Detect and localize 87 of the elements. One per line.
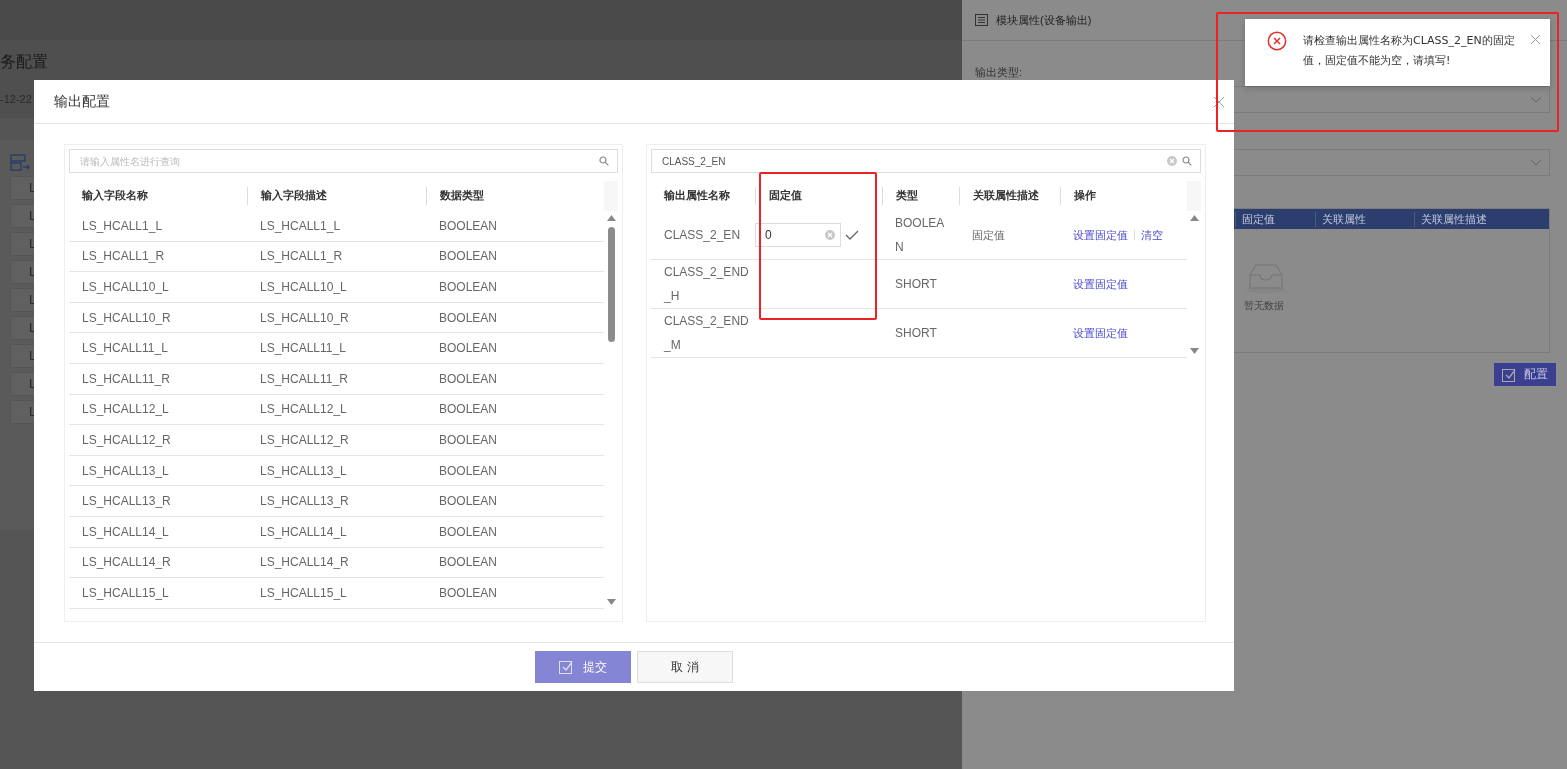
table-cell-text: LS_HCALL14_L bbox=[81, 524, 170, 539]
table-cell-text: BOOLEAN bbox=[438, 432, 499, 447]
table-cell-text: BOOLEAN bbox=[438, 280, 499, 294]
scroll-down-icon[interactable] bbox=[606, 598, 616, 605]
table-cell-text: LS_HCALL15_L bbox=[259, 585, 348, 600]
column-header: 输入字段名称 bbox=[81, 188, 149, 204]
checkbox-icon bbox=[1502, 367, 1516, 382]
column-header: 类型 bbox=[882, 187, 959, 205]
table-cell-text: LS_HCALL10_R bbox=[81, 310, 172, 325]
table-cell-text: BOOLEAN bbox=[438, 524, 499, 539]
scroll-up-icon[interactable] bbox=[1189, 215, 1199, 221]
table-cell-text: CLASS_2_END_M bbox=[663, 313, 750, 354]
table-cell-text: LS_HCALL1_R bbox=[259, 249, 344, 264]
table-cell-text: LS_HCALL10_L bbox=[259, 280, 348, 294]
column-header: 输出属性名称 bbox=[663, 188, 731, 204]
table-cell-text: BOOLEAN bbox=[438, 494, 499, 509]
table-cell-text: CLASS_2_END_H bbox=[663, 264, 750, 305]
scroll-up-icon[interactable] bbox=[606, 215, 616, 221]
checkbox-icon bbox=[559, 660, 573, 674]
column-header: 固定值 bbox=[1235, 211, 1315, 227]
table-cell-text: LS_HCALL12_R bbox=[81, 432, 172, 447]
cancel-button[interactable]: 取 消 bbox=[637, 651, 733, 683]
table-cell-text: LS_HCALL14_L bbox=[259, 524, 348, 539]
chevron-down-icon bbox=[1531, 159, 1541, 166]
table-cell-text: LS_HCALL12_L bbox=[81, 402, 170, 417]
table-cell-text: LS_HCALL14_R bbox=[81, 555, 172, 570]
table-cell-text: BOOLEAN bbox=[438, 249, 499, 264]
column-header: 固定值 bbox=[755, 187, 882, 205]
table-cell-text: LS_HCALL1_L bbox=[259, 218, 342, 233]
table-cell-text: SHORT bbox=[894, 325, 938, 342]
table-cell-text: LS_HCALL12_R bbox=[259, 432, 350, 447]
search-field[interactable]: 请输入属性名进行查询 bbox=[69, 149, 618, 173]
table-cell-text: LS_HCALL15_L bbox=[81, 585, 170, 600]
table-cell-text: BOOLEAN bbox=[438, 402, 499, 417]
chevron-down-icon bbox=[1531, 96, 1541, 103]
table-cell-text: LS_HCALL10_L bbox=[81, 280, 170, 294]
table-cell-text: BOOLEAN bbox=[438, 371, 499, 386]
table-cell-text: BOOLEAN bbox=[438, 310, 499, 325]
table-cell-text: LS_HCALL11_L bbox=[81, 341, 169, 356]
table-cell-text: LS_HCALL11_L bbox=[259, 341, 347, 356]
table-cell-text: SHORT bbox=[894, 276, 938, 293]
check-icon[interactable] bbox=[845, 230, 859, 240]
table-cell-text: 固定值 bbox=[971, 227, 1006, 243]
dialog-title: 输出配置 bbox=[54, 92, 110, 111]
table-cell-text: BOOLEAN bbox=[438, 341, 499, 356]
column-header: 关联属性描述 bbox=[1414, 211, 1549, 227]
table-cell-text: BOOLEAN bbox=[438, 585, 499, 600]
column-header: 关联属性 bbox=[1315, 211, 1414, 227]
table-cell-text: LS_HCALL14_R bbox=[259, 555, 350, 570]
table-cell-text: BOOLEAN bbox=[894, 215, 946, 256]
error-message: 请检查输出属性名称为CLASS_2_EN的固定值，固定值不能为空，请填写! bbox=[1303, 33, 1515, 69]
table-cell-text: BOOLEAN bbox=[438, 555, 499, 570]
table-cell-text: LS_HCALL1_R bbox=[81, 249, 166, 264]
scroll-down-icon[interactable] bbox=[1189, 348, 1199, 354]
field-label: 输出类型: bbox=[975, 65, 1024, 80]
empty-text: 暂无数据 bbox=[1244, 299, 1284, 313]
close-icon[interactable] bbox=[1214, 96, 1224, 107]
action-link[interactable]: 设置固定值 bbox=[1073, 276, 1128, 292]
fixed-value-field[interactable]: 0 bbox=[755, 223, 841, 247]
search-icon[interactable] bbox=[1182, 156, 1192, 166]
table-cell-text: LS_HCALL13_R bbox=[81, 494, 172, 509]
table-cell-text: LS_HCALL13_L bbox=[259, 463, 348, 478]
table-cell-text: LS_HCALL11_R bbox=[259, 371, 349, 386]
configure-button[interactable]: 配置 bbox=[1494, 363, 1556, 386]
search-icon[interactable] bbox=[599, 156, 609, 166]
table-cell-text: BOOLEAN bbox=[438, 463, 499, 478]
action-link[interactable]: 设置固定值 bbox=[1073, 227, 1128, 243]
search-field[interactable]: CLASS_2_EN bbox=[651, 149, 1201, 173]
module-icon bbox=[10, 154, 30, 172]
table-cell-text: LS_HCALL11_R bbox=[81, 371, 171, 386]
table-cell-text: BOOLEAN bbox=[438, 218, 499, 233]
panel-title: 模块属性(设备输出) bbox=[996, 12, 1092, 28]
table-cell-text: LS_HCALL10_R bbox=[259, 310, 350, 325]
column-header: 输入字段描述 bbox=[247, 187, 426, 205]
table-cell-text: CLASS_2_EN bbox=[663, 227, 742, 244]
submit-button[interactable]: 提交 bbox=[535, 651, 631, 683]
error-icon bbox=[1267, 31, 1287, 51]
table-cell-text: LS_HCALL13_R bbox=[259, 494, 350, 509]
table-cell-text: LS_HCALL12_L bbox=[259, 402, 348, 417]
close-icon[interactable] bbox=[1531, 35, 1540, 44]
scrollbar-thumb[interactable] bbox=[607, 227, 615, 342]
table-cell-text: LS_HCALL13_L bbox=[81, 463, 170, 478]
action-link[interactable]: 设置固定值 bbox=[1073, 325, 1128, 341]
action-link[interactable]: 清空 bbox=[1141, 227, 1163, 243]
table-cell-text: LS_HCALL1_L bbox=[81, 218, 164, 233]
column-header: 关联属性描述 bbox=[959, 187, 1060, 205]
list-icon bbox=[975, 14, 988, 26]
